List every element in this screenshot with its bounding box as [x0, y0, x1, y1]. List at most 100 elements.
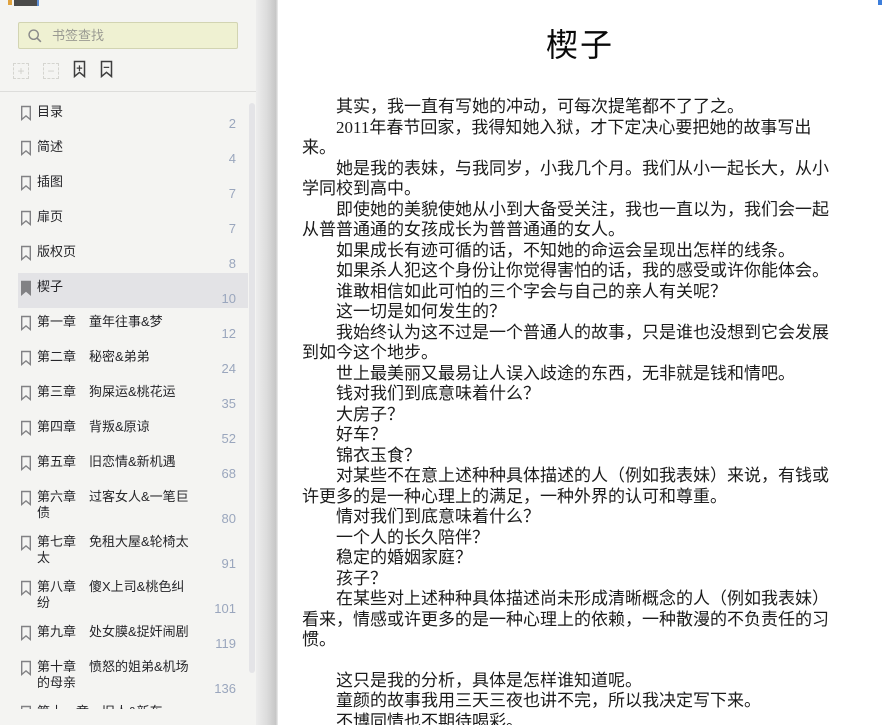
bookmark-item[interactable]: 简述 4	[18, 133, 248, 168]
bookmark-search-box	[18, 22, 238, 49]
bookmark-page: 8	[228, 256, 236, 271]
bookmark-item[interactable]: 插图 7	[18, 168, 248, 203]
bookmark-icon	[20, 579, 37, 601]
cutoff-toolbar-icon[interactable]	[37, 0, 39, 6]
bookmark-item[interactable]: 第九章 处女膜&捉奸闹剧 119	[18, 618, 248, 653]
sidebar-scrollbar-thumb[interactable]	[249, 103, 255, 673]
paragraph: 她是我的表妹，与我同岁，小我几个月。我们从小一起长大，从小学同校到高中。	[302, 158, 829, 199]
expand-all-button[interactable]: +	[13, 62, 29, 79]
bookmark-title: 第三章 狗屎运&桃花运	[37, 384, 176, 399]
paragraph: 对某些不在意上述种种具体描述的人（例如我表妹）来说，有钱或许更多的是一种心理上的…	[302, 466, 829, 506]
bookmark-icon	[20, 209, 37, 231]
dashed-square-plus-icon: +	[13, 62, 29, 79]
bookmark-icon	[20, 704, 37, 709]
bookmark-title: 第五章 旧恋情&新机遇	[37, 454, 176, 469]
paragraph: 如果杀人犯这个身份让你觉得害怕的话，我的感受或许你能体会。	[336, 261, 829, 280]
add-bookmark-button[interactable]: +	[73, 60, 86, 81]
collapse-all-button[interactable]: −	[43, 62, 59, 79]
bookmark-icon	[20, 489, 37, 511]
bookmark-page: 136	[214, 681, 236, 696]
bookmark-title: 第一章 童年往事&梦	[37, 314, 163, 329]
bookmark-title: 第八章 傻X上司&桃色纠纷	[37, 579, 185, 610]
bookmark-item[interactable]: 第六章 过客女人&一笔巨债 80	[18, 483, 248, 528]
bookmark-page: 12	[221, 326, 236, 341]
paragraph: 即使她的美貌使她从小到大备受关注，我也一直以为，我们会一起从普普通通的女孩成长为…	[302, 199, 829, 240]
bookmark-icon	[20, 349, 37, 371]
cutoff-toolbar-icon[interactable]	[14, 0, 37, 6]
paragraph: 这一切是如何发生的？	[336, 302, 506, 321]
paragraph: 如果成长有迹可循的话，不知她的命运会呈现出怎样的线条。	[336, 240, 795, 260]
paragraph: 钱对我们到底意味着什么？	[336, 384, 540, 403]
paragraph: 其实，我一直有写她的冲动，可每次提笔都不了了之。	[336, 97, 744, 116]
paragraph: 情对我们到底意味着什么？	[336, 507, 540, 526]
bookmark-icon	[20, 454, 37, 476]
bookmarks-sidebar: + − + − 目录 2	[0, 0, 256, 725]
bookmark-icon	[20, 279, 37, 301]
bookmark-page: 101	[214, 601, 236, 616]
paragraph: 稳定的婚姻家庭？	[336, 548, 472, 567]
delete-bookmark-button[interactable]: −	[100, 60, 113, 81]
bookmark-item[interactable]: 第七章 免租大屋&轮椅太太 91	[18, 528, 248, 573]
bookmark-page: 2	[228, 116, 236, 131]
paragraph: 世上最美丽又最易让人误入歧途的东西，无非就是钱和情吧。	[336, 363, 795, 383]
scroll-indicator-partial[interactable]	[878, 0, 882, 5]
bookmark-item[interactable]: 目录 2	[18, 98, 248, 133]
cutoff-toolbar-icon[interactable]	[8, 0, 12, 5]
bookmark-item[interactable]: 第四章 背叛&原谅 52	[18, 413, 248, 448]
sidebar-splitter[interactable]	[256, 0, 278, 725]
bookmark-title: 第四章 背叛&原谅	[37, 419, 150, 434]
paragraph: 不博同情也不期待喝彩。	[336, 711, 523, 725]
bookmark-page: 68	[221, 466, 236, 481]
paragraph: 童颜的故事我用三天三夜也讲不完，所以我决定写下来。	[336, 691, 761, 710]
search-input[interactable]	[50, 27, 229, 44]
bookmark-icon	[20, 139, 37, 161]
bookmark-title: 简述	[37, 139, 64, 154]
bookmark-item[interactable]: 版权页 8	[18, 238, 248, 273]
bookmark-item[interactable]: 第十章 愤怒的姐弟&机场的母亲 136	[18, 653, 248, 698]
bookmark-icon	[20, 419, 37, 441]
page-view: 楔子 其实，我一直有写她的冲动，可每次提笔都不了了之。 2011年春节回家，我得知…	[278, 0, 882, 725]
paragraph: 这只是我的分析，具体是怎样谁知道呢。	[336, 670, 642, 690]
bookmark-page: 24	[221, 361, 236, 376]
bookmark-list: 目录 2 简述 4 插图 7 扉页 7 版权页 8 楔子 10 第一章 童年往事…	[0, 92, 256, 709]
ebook-reader-window: + − + − 目录 2	[0, 0, 882, 725]
bookmark-page: 52	[221, 431, 236, 446]
paragraph: 谁敢相信如此可怕的三个字会与自己的亲人有关呢？	[336, 281, 727, 301]
bookmark-icon	[20, 244, 37, 266]
paragraph: 好车？	[336, 425, 387, 444]
bookmark-title: 版权页	[37, 244, 77, 259]
bookmark-page: 80	[221, 511, 236, 526]
bookmark-item[interactable]: 扉页 7	[18, 203, 248, 238]
bookmark-title: 楔子	[37, 279, 64, 294]
page-body: 其实，我一直有写她的冲动，可每次提笔都不了了之。 2011年春节回家，我得知她入狱…	[302, 97, 839, 725]
paragraph: 孩子？	[336, 568, 387, 588]
paragraph: 大房子？	[336, 404, 404, 424]
bookmark-page: 10	[221, 291, 236, 306]
bookmark-title: 扉页	[37, 209, 64, 224]
bookmark-page: 4	[228, 151, 236, 166]
bookmark-title: 第十一章 旧人&新车	[37, 704, 189, 709]
bookmark-title: 插图	[37, 174, 64, 189]
bookmark-item[interactable]: 第三章 狗屎运&桃花运 35	[18, 378, 248, 413]
bookmark-icon	[20, 624, 37, 646]
bookmark-page: 7	[228, 221, 236, 236]
bookmark-item[interactable]: 第二章 秘密&弟弟 24	[18, 343, 248, 378]
bookmark-item[interactable]: 第十一章 旧人&新车 147	[18, 698, 248, 709]
bookmark-item[interactable]: 第五章 旧恋情&新机遇 68	[18, 448, 248, 483]
top-toolbar-cutoff	[0, 0, 256, 8]
bookmark-toolbar: + − + −	[0, 60, 256, 92]
bookmark-title: 第六章 过客女人&一笔巨债	[37, 489, 189, 520]
bookmark-item[interactable]: 第八章 傻X上司&桃色纠纷 101	[18, 573, 248, 618]
bookmark-item[interactable]: 第一章 童年往事&梦 12	[18, 308, 248, 343]
paragraph: 在某些对上述种种具体描述尚未形成清晰概念的人（例如我表妹）看来，情感或许更多的是…	[302, 589, 829, 649]
bookmark-title: 第九章 处女膜&捉奸闹剧	[37, 624, 189, 639]
bookmark-title: 第十章 愤怒的姐弟&机场的母亲	[37, 659, 189, 690]
bookmark-item[interactable]: 楔子 10	[18, 273, 248, 308]
bookmark-page: 119	[215, 636, 236, 651]
paragraph: 我始终认为这不过是一个普通人的故事，只是谁也没想到它会发展到如今这个地步。	[302, 322, 829, 363]
bookmark-title: 第七章 免租大屋&轮椅太太	[37, 534, 189, 565]
bookmark-icon	[20, 174, 37, 196]
bookmark-icon	[20, 104, 37, 126]
paragraph: 锦衣玉食？	[336, 445, 421, 465]
paragraph: 一个人的长久陪伴？	[336, 527, 489, 547]
